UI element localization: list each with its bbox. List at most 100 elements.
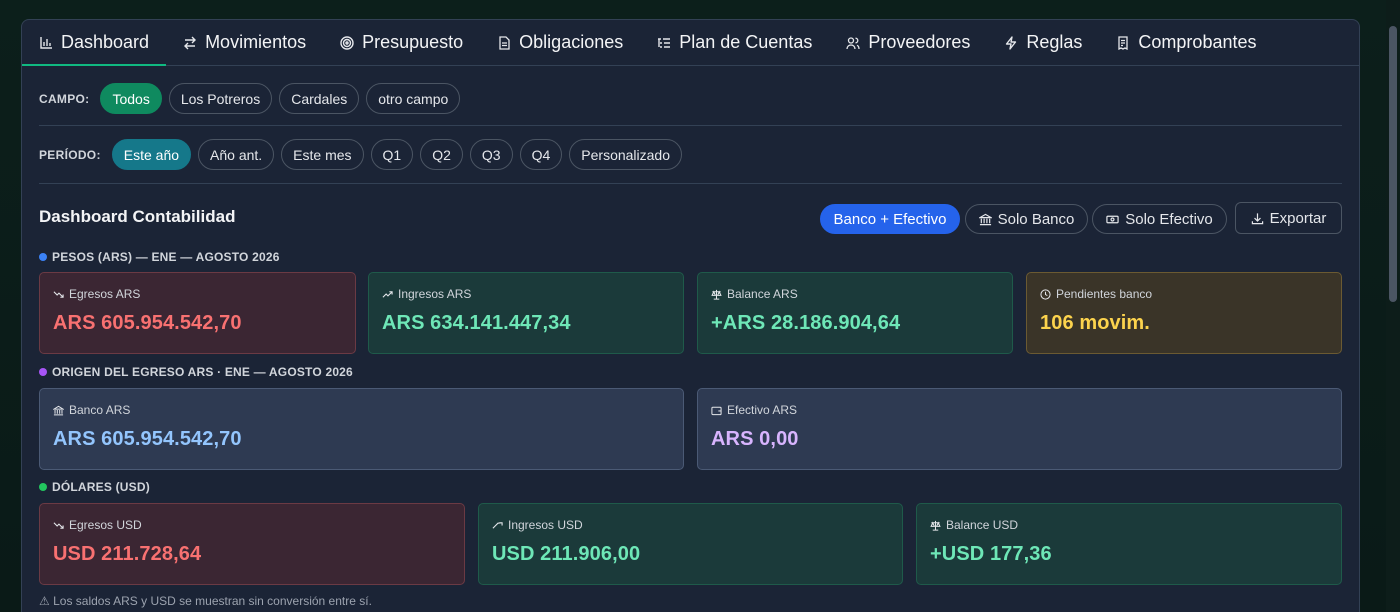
page-scrollbar[interactable] <box>1386 0 1400 612</box>
target-icon <box>340 35 354 50</box>
card-label: Banco ARS <box>69 403 131 417</box>
card-value: +USD 177,36 <box>930 543 1052 565</box>
card-efectivo-ars: Efectivo ARS ARS 0,00 <box>697 388 1342 470</box>
card-pendientes-banco[interactable]: Pendientes banco 106 movim. <box>1026 272 1342 354</box>
trend-up-icon <box>382 290 393 298</box>
card-value: USD 211.728,64 <box>53 543 202 565</box>
section-ars-label: PESOS (ARS) — ENE — AGOSTO 2026 <box>39 250 280 264</box>
card-ingresos-usd: Ingresos USD USD 211.906,00 <box>478 503 903 585</box>
tab-movimientos[interactable]: Movimientos <box>166 20 323 65</box>
page-title: Dashboard Contabilidad <box>39 207 236 226</box>
section-origen-label: ORIGEN DEL EGRESO ARS · ENE — AGOSTO 202… <box>39 365 353 379</box>
card-label-row: Efectivo ARS <box>711 403 1328 417</box>
card-label-row: Banco ARS <box>53 403 670 417</box>
scrollbar-thumb[interactable] <box>1389 26 1397 302</box>
tab-label: Movimientos <box>205 32 307 52</box>
periodo-chip-q1[interactable]: Q1 <box>370 139 414 170</box>
divider <box>39 125 1342 126</box>
card-ingresos-ars: Ingresos ARS ARS 634.141.447,34 <box>368 272 684 354</box>
periodo-chip-q2[interactable]: Q2 <box>420 139 463 170</box>
scale-icon <box>711 289 722 300</box>
card-value: ARS 0,00 <box>711 428 799 450</box>
tab-reglas[interactable]: Reglas <box>987 20 1099 65</box>
campo-chip-todos[interactable]: Todos <box>100 83 162 114</box>
trend-down-icon <box>53 521 64 529</box>
card-label: Balance USD <box>946 518 1019 532</box>
tab-dashboard[interactable]: Dashboard <box>22 20 167 66</box>
card-value: 106 movim. <box>1040 312 1150 334</box>
mode-banco-efectivo-button[interactable]: Banco + Efectivo <box>820 204 960 234</box>
wallet-icon <box>711 406 722 415</box>
mode-solo-banco-button[interactable]: Solo Banco <box>965 204 1088 234</box>
blue-dot-icon <box>39 253 47 261</box>
tab-label: Comprobantes <box>1138 32 1257 52</box>
receipt-icon <box>1116 35 1130 50</box>
bank-icon <box>53 405 64 415</box>
tab-label: Obligaciones <box>519 32 624 52</box>
button-label: Banco + Efectivo <box>833 210 947 228</box>
card-value: ARS 605.954.542,70 <box>53 312 242 334</box>
card-label-row: Ingresos USD <box>492 518 889 532</box>
card-label: Ingresos USD <box>508 518 583 532</box>
card-label-row: Egresos USD <box>53 518 451 532</box>
tab-label: Reglas <box>1026 32 1083 52</box>
green-dot-icon <box>39 483 47 491</box>
tab-presupuesto[interactable]: Presupuesto <box>323 20 480 65</box>
periodo-chip-este-mes[interactable]: Este mes <box>281 139 364 170</box>
campo-chip-los-potreros[interactable]: Los Potreros <box>168 83 273 114</box>
campo-chip-otro-campo[interactable]: otro campo <box>366 83 461 114</box>
periodo-chip-personalizado[interactable]: Personalizado <box>569 139 683 170</box>
scale-icon <box>930 520 941 531</box>
card-egresos-ars: Egresos ARS ARS 605.954.542,70 <box>39 272 356 354</box>
export-button[interactable]: Exportar <box>1235 202 1342 234</box>
periodo-chip-este-ano[interactable]: Este año <box>111 139 192 170</box>
periodo-chip-q4[interactable]: Q4 <box>519 139 563 170</box>
card-label: Efectivo ARS <box>727 403 798 417</box>
mode-solo-efectivo-button[interactable]: Solo Efectivo <box>1092 204 1227 234</box>
tab-label: Dashboard <box>61 32 150 52</box>
card-label: Egresos USD <box>69 518 142 532</box>
button-label: Solo Efectivo <box>1125 210 1213 228</box>
card-balance-ars: Balance ARS +ARS 28.186.904,64 <box>697 272 1013 354</box>
card-egresos-usd: Egresos USD USD 211.728,64 <box>39 503 465 585</box>
tab-obligaciones[interactable]: Obligaciones <box>480 20 640 65</box>
section-origen-text: ORIGEN DEL EGRESO ARS · ENE — AGOSTO 202… <box>52 365 353 379</box>
card-label: Pendientes banco <box>1056 287 1153 301</box>
clock-icon <box>1040 288 1051 300</box>
purple-dot-icon <box>39 368 47 376</box>
campo-label: CAMPO: <box>39 91 90 106</box>
tab-plan-de-cuentas[interactable]: Plan de Cuentas <box>640 20 829 65</box>
card-value: +ARS 28.186.904,64 <box>711 312 901 334</box>
periodo-chip-ano-ant[interactable]: Año ant. <box>198 139 275 170</box>
campo-chip-cardales[interactable]: Cardales <box>279 83 360 114</box>
card-label-row: Balance USD <box>930 518 1328 532</box>
button-label: Exportar <box>1269 209 1327 227</box>
periodo-label: PERÍODO: <box>39 147 101 162</box>
bar-chart-icon <box>39 36 53 50</box>
list-tree-icon <box>657 36 671 50</box>
card-value: USD 211.906,00 <box>492 543 641 565</box>
card-label-row: Egresos ARS <box>53 287 342 301</box>
card-label: Balance ARS <box>727 287 798 301</box>
campo-filter: CAMPO: Todos Los Potreros Cardales otro … <box>39 83 1342 114</box>
transfer-arrows-icon <box>183 36 197 50</box>
tab-bar: Dashboard Movimientos Presupuesto Obliga… <box>22 20 1359 66</box>
button-label: Solo Banco <box>997 210 1075 228</box>
card-label-row: Ingresos ARS <box>382 287 670 301</box>
card-label: Ingresos ARS <box>398 287 472 301</box>
tab-label: Proveedores <box>868 32 971 52</box>
tab-label: Plan de Cuentas <box>679 32 813 52</box>
download-icon <box>1251 212 1263 224</box>
tab-label: Presupuesto <box>362 32 464 52</box>
card-balance-usd: Balance USD +USD 177,36 <box>916 503 1342 585</box>
lightning-icon <box>1004 35 1018 50</box>
periodo-chip-q3[interactable]: Q3 <box>469 139 513 170</box>
bank-icon <box>978 213 992 225</box>
section-usd-text: DÓLARES (USD) <box>52 480 150 494</box>
currency-note: ⚠ Los saldos ARS y USD se muestran sin c… <box>39 594 372 608</box>
section-usd-label: DÓLARES (USD) <box>39 480 150 494</box>
document-icon <box>497 35 511 50</box>
tab-comprobantes[interactable]: Comprobantes <box>1099 20 1273 65</box>
tab-proveedores[interactable]: Proveedores <box>829 20 987 65</box>
card-label: Egresos ARS <box>69 287 141 301</box>
